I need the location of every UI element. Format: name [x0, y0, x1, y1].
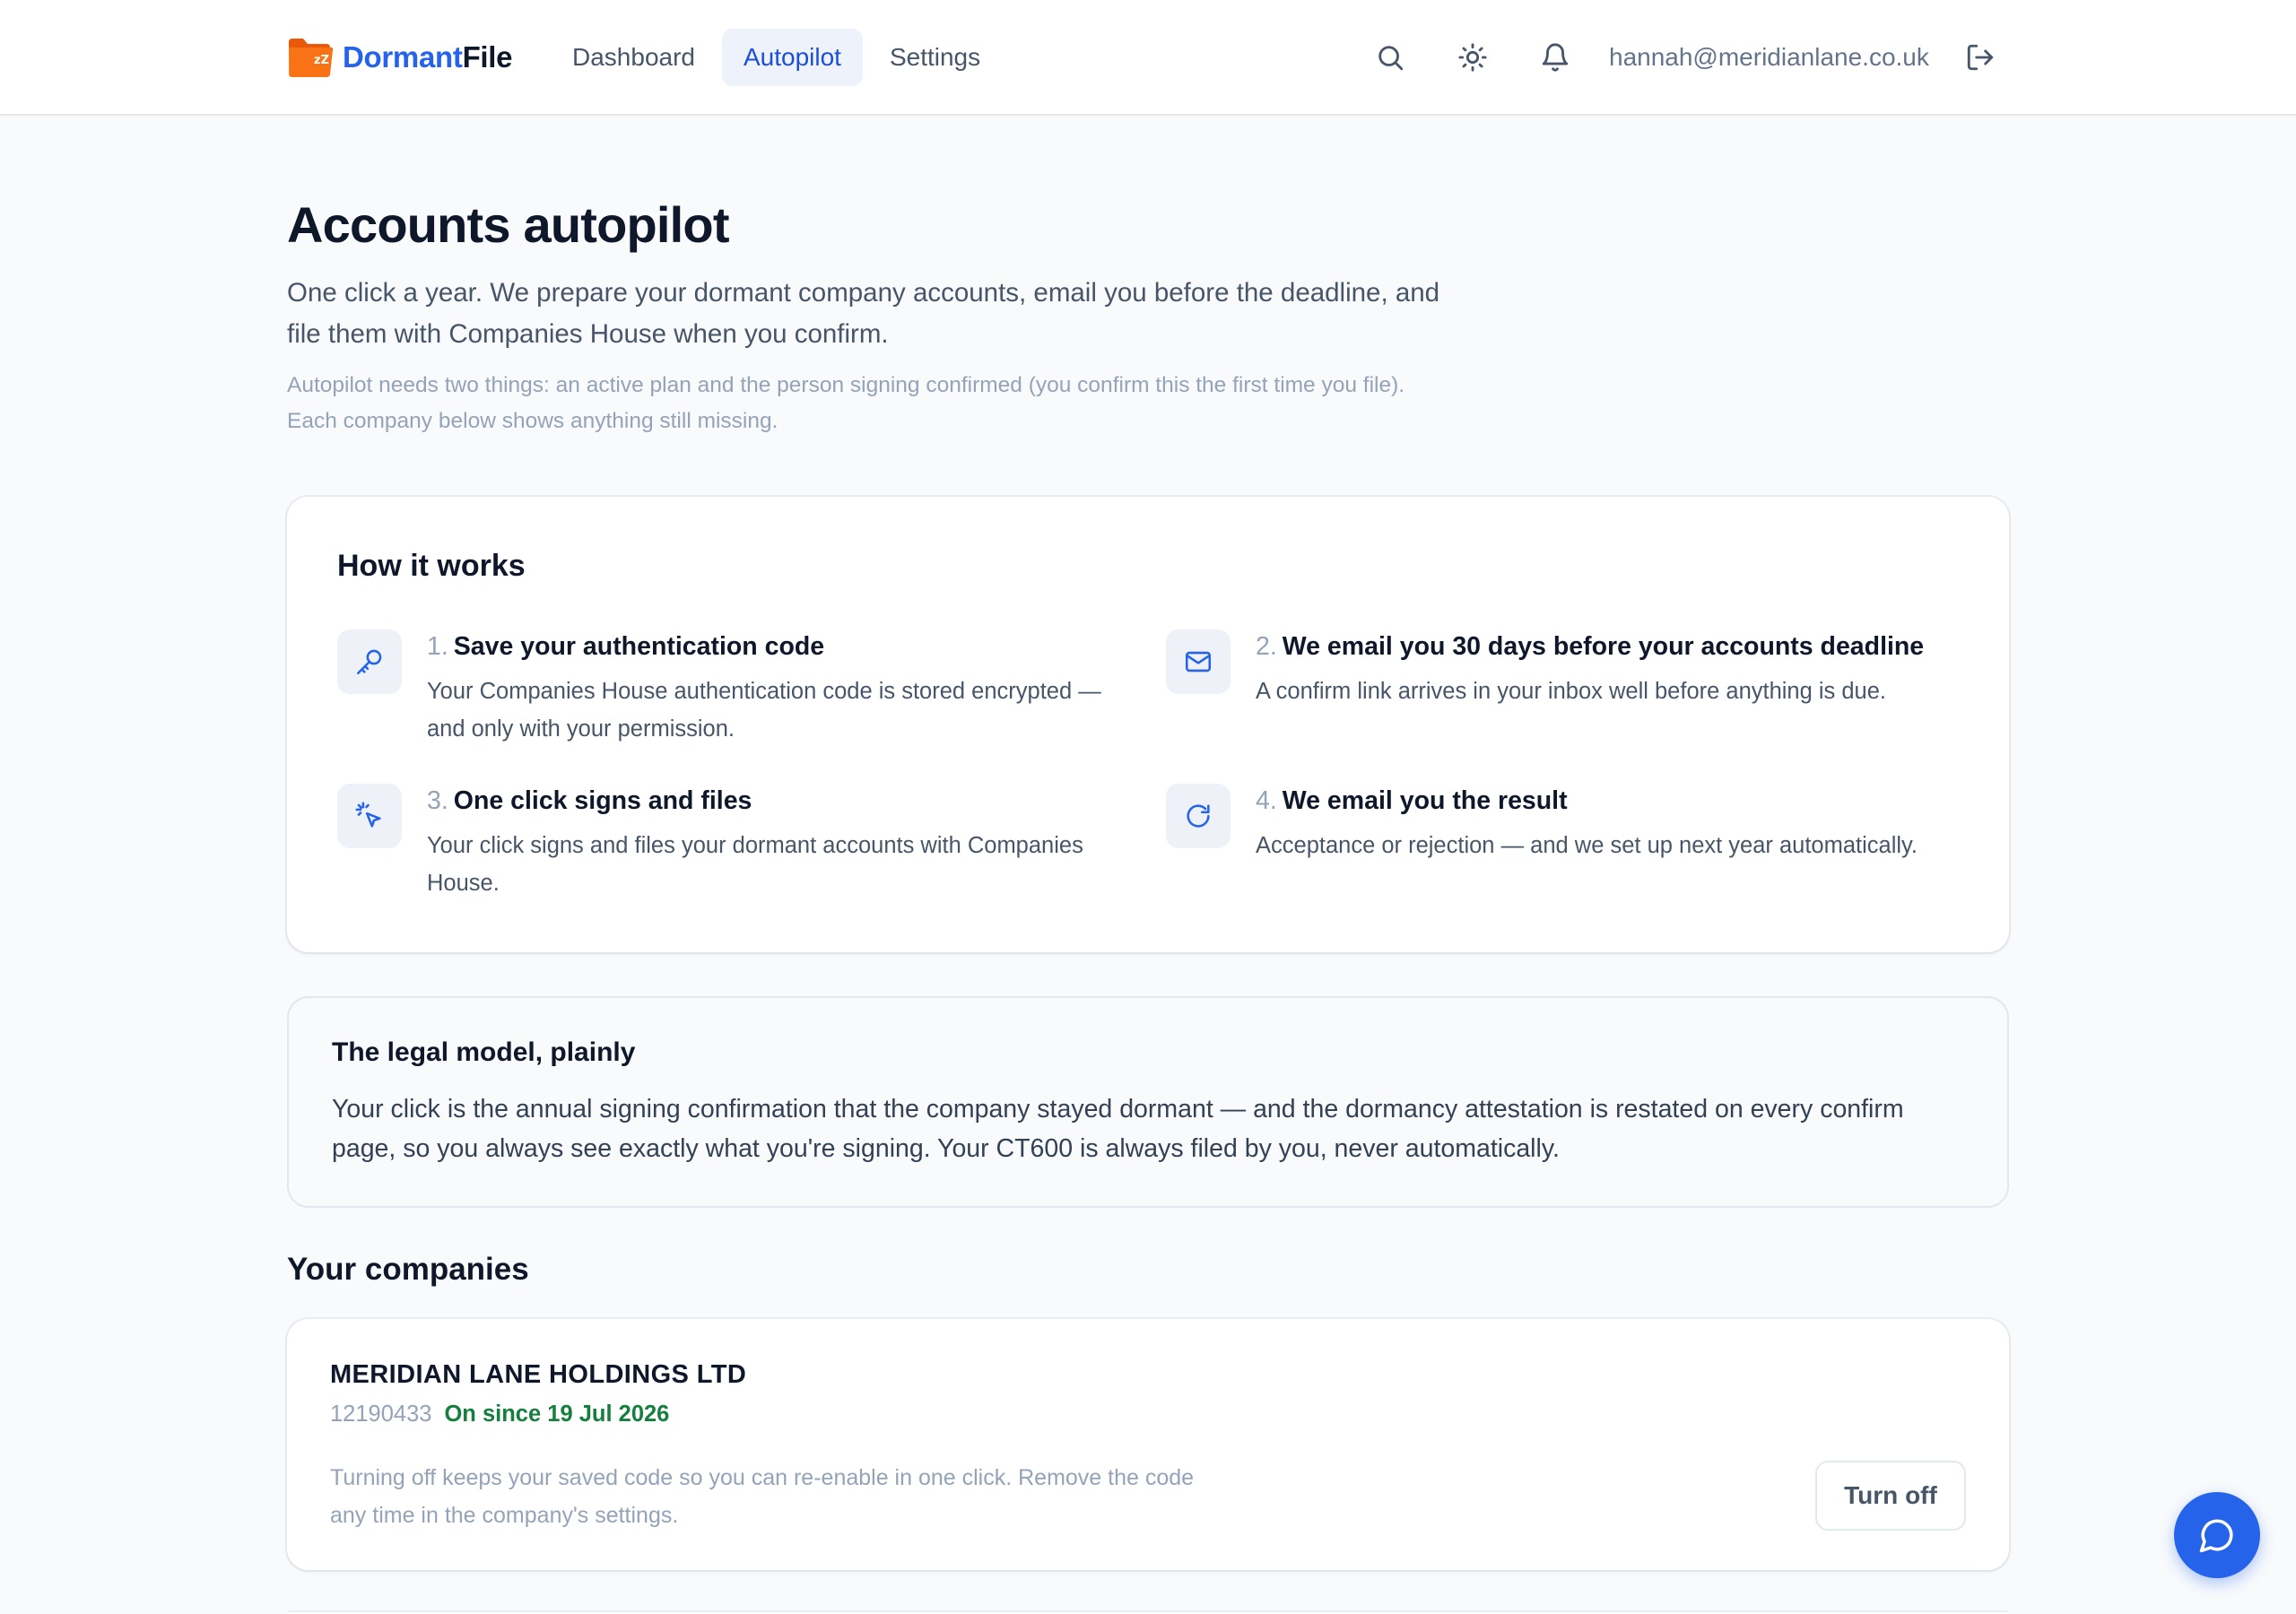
step-3-number: 3. — [427, 786, 448, 815]
logo[interactable]: zZ DormantFile — [287, 36, 513, 79]
bell-icon[interactable] — [1535, 38, 1575, 77]
page-lead: One click a year. We prepare your dorman… — [287, 278, 1440, 349]
click-icon — [337, 784, 402, 848]
step-3-description: Your click signs and files your dormant … — [427, 833, 1083, 896]
key-icon — [337, 629, 402, 694]
refresh-icon — [1166, 784, 1231, 848]
step-4-number: 4. — [1256, 786, 1277, 815]
step-4-description: Acceptance or rejection — and we set up … — [1256, 833, 1918, 858]
step-1-title-text: Save your authentication code — [453, 632, 825, 661]
svg-text:zZ: zZ — [314, 54, 329, 67]
legal-model-title: The legal model, plainly — [332, 1037, 636, 1067]
step-1-description: Your Companies House authentication code… — [427, 679, 1101, 742]
user-email[interactable]: hannah@meridianlane.co.uk — [1609, 38, 1929, 77]
logo-text-dormant: Dormant — [343, 40, 463, 74]
legal-model-body: Your click is the annual signing confirm… — [332, 1095, 1904, 1163]
step-2-number: 2. — [1256, 632, 1277, 661]
company-card: MERIDIAN LANE HOLDINGS LTD 12190433 On si… — [287, 1319, 2009, 1570]
step-1-number: 1. — [427, 632, 448, 661]
step-4-title: 4. We email you the result — [1256, 784, 1973, 818]
legal-model-card: The legal model, plainly Your click is t… — [287, 996, 2009, 1208]
companies-section-title: Your companies — [287, 1252, 529, 1287]
nav-settings[interactable]: Settings — [868, 29, 1002, 86]
nav-autopilot[interactable]: Autopilot — [721, 29, 863, 86]
logo-wordmark: DormantFile — [343, 40, 513, 74]
chat-support-button[interactable] — [2174, 1492, 2260, 1578]
how-it-works-title: How it works — [337, 549, 526, 583]
step-2-title: 2. We email you 30 days before your accou… — [1256, 629, 1973, 664]
top-nav-bar: zZ DormantFile Dashboard Autopilot Setti… — [0, 0, 2296, 116]
theme-sun-icon[interactable] — [1453, 38, 1492, 77]
page-title: Accounts autopilot — [287, 196, 730, 253]
step-4-title-text: We email you the result — [1282, 786, 1568, 815]
search-icon[interactable] — [1370, 38, 1410, 77]
company-meta: 12190433 On since 19 Jul 2026 — [330, 1401, 669, 1427]
chat-bubble-icon — [2199, 1519, 2233, 1553]
turn-off-help-text: Turning off keeps your saved code so you… — [330, 1465, 1195, 1528]
step-3-title: 3. One click signs and files — [427, 784, 1109, 818]
step-1-title: 1. Save your authentication code — [427, 629, 1109, 664]
how-it-works-card: How it works 1. Save your authentication … — [287, 497, 2009, 952]
turn-off-button[interactable]: Turn off — [1815, 1461, 1966, 1531]
step-3-title-text: One click signs and files — [453, 786, 752, 815]
logo-text-file: File — [462, 40, 513, 74]
company-number: 12190433 — [330, 1401, 432, 1427]
logout-icon[interactable] — [1961, 38, 2000, 77]
autopilot-status-badge: On since 19 Jul 2026 — [444, 1401, 670, 1427]
next-company-card-edge — [287, 1610, 2009, 1614]
step-2-description: A confirm link arrives in your inbox wel… — [1256, 679, 1887, 704]
page-note: Autopilot needs two things: an active pl… — [287, 373, 1405, 433]
mail-icon — [1166, 629, 1231, 694]
company-name[interactable]: MERIDIAN LANE HOLDINGS LTD — [330, 1360, 746, 1390]
nav-dashboard[interactable]: Dashboard — [551, 29, 717, 86]
folder-zz-logo-icon: zZ — [287, 37, 334, 78]
step-2-title-text: We email you 30 days before your account… — [1282, 632, 1925, 661]
main-nav: Dashboard Autopilot Settings — [551, 29, 1002, 86]
